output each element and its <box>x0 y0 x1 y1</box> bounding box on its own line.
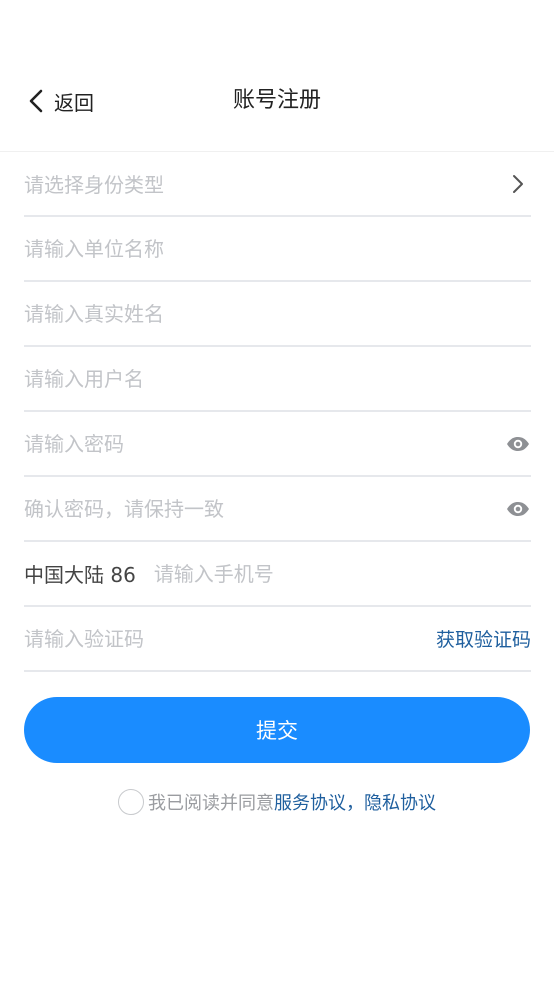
agree-checkbox[interactable] <box>118 789 144 815</box>
privacy-agreement-link[interactable]: 隐私协议 <box>364 789 436 815</box>
real-name-row <box>24 282 531 347</box>
identity-type-placeholder: 请选择身份类型 <box>24 173 164 197</box>
password-input[interactable] <box>24 423 505 464</box>
region-code-selector[interactable]: 中国大陆 86 <box>24 559 136 588</box>
agreement-prefix: 我已阅读并同意 <box>148 793 274 814</box>
verification-code-row: 获取验证码 <box>24 607 531 672</box>
username-input[interactable] <box>24 358 531 399</box>
verification-code-input[interactable] <box>24 618 436 659</box>
eye-icon[interactable] <box>505 496 531 522</box>
real-name-input[interactable] <box>24 293 531 334</box>
phone-input[interactable] <box>153 553 531 594</box>
confirm-password-input[interactable] <box>24 488 505 529</box>
username-row <box>24 347 531 412</box>
registration-form: 请选择身份类型 请输入单位名称 请输入真实姓名 请输入用户名 中国大陆 86 请… <box>24 152 531 672</box>
service-agreement-link[interactable]: 服务协议 <box>274 789 346 815</box>
unit-name-input[interactable] <box>24 228 531 269</box>
chevron-right-icon <box>505 171 531 197</box>
agreement-separator: ， <box>346 793 364 814</box>
phone-row: 中国大陆 86 <box>24 542 531 607</box>
unit-name-row <box>24 217 531 282</box>
submit-button[interactable]: 提交 <box>24 697 530 763</box>
identity-type-select[interactable]: 请选择身份类型 <box>24 152 531 217</box>
page-title: 账号注册 <box>232 88 321 113</box>
confirm-password-row <box>24 477 531 542</box>
eye-icon[interactable] <box>505 431 531 457</box>
header: 返回 账号注册 <box>0 0 554 152</box>
password-row <box>24 412 531 477</box>
agreement: 我已阅读并同意 服务协议 ， 隐私协议 <box>0 786 554 818</box>
get-code-button[interactable]: 获取验证码 <box>436 625 531 652</box>
